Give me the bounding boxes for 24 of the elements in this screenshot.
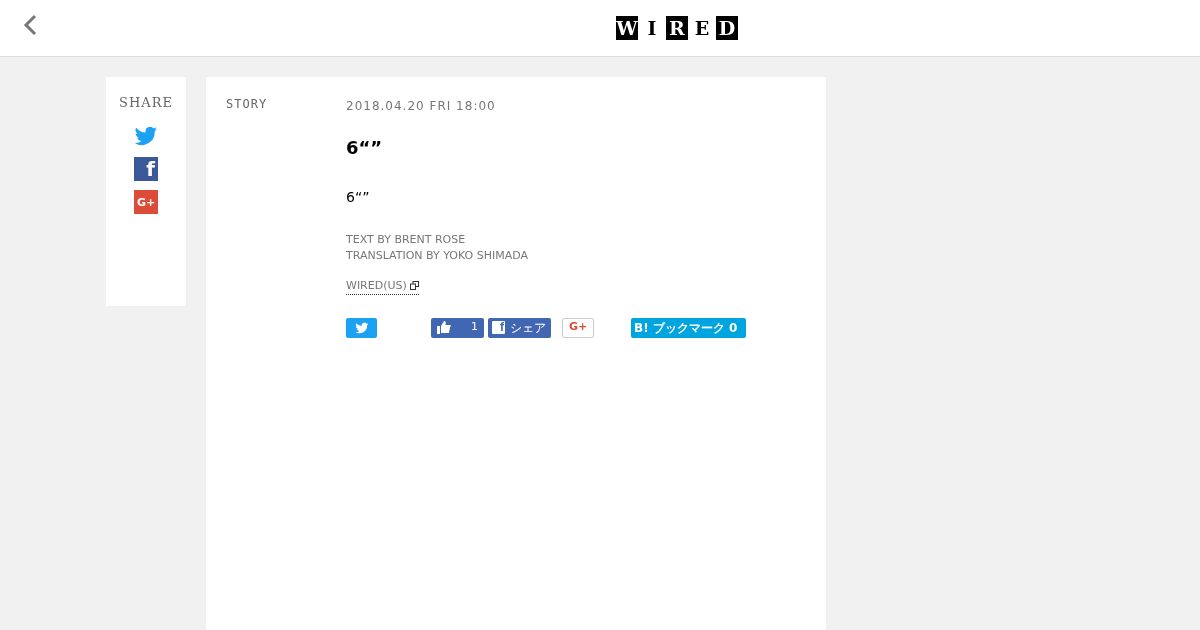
facebook-share-button[interactable]: f シェア <box>488 317 551 338</box>
external-link-icon <box>409 281 419 291</box>
category-label: STORY <box>226 97 269 113</box>
google-plus-button[interactable]: G+ <box>562 317 594 338</box>
logo-letter: D <box>716 16 738 40</box>
logo-letter: W <box>616 16 638 40</box>
like-button[interactable]: 1 <box>431 317 484 338</box>
facebook-icon: f <box>492 321 505 335</box>
tweet-button[interactable] <box>346 317 377 338</box>
article-title: 6“” <box>346 137 384 159</box>
bird-icon <box>134 126 158 146</box>
bird-icon <box>354 321 369 334</box>
credit-line: TEXT BY BRENT ROSE <box>346 231 467 248</box>
credit-line: TRANSLATION BY YOKO SHIMADA <box>346 247 530 264</box>
thumbs-up-icon <box>437 321 451 335</box>
bookmark-button[interactable]: B! ブックマーク 0 <box>631 317 746 338</box>
article-lead: 6“” <box>346 187 371 207</box>
facebook-share-button[interactable]: f <box>134 157 158 181</box>
logo-letter: R <box>666 16 688 40</box>
twitter-share-button[interactable] <box>134 124 158 148</box>
share-heading: SHARE <box>119 95 173 110</box>
google-plus-share-button[interactable]: G+ <box>134 190 158 214</box>
source-link[interactable]: WIRED(US) <box>346 277 419 296</box>
article-date: 2018.04.20 FRI 18:00 <box>346 98 497 115</box>
